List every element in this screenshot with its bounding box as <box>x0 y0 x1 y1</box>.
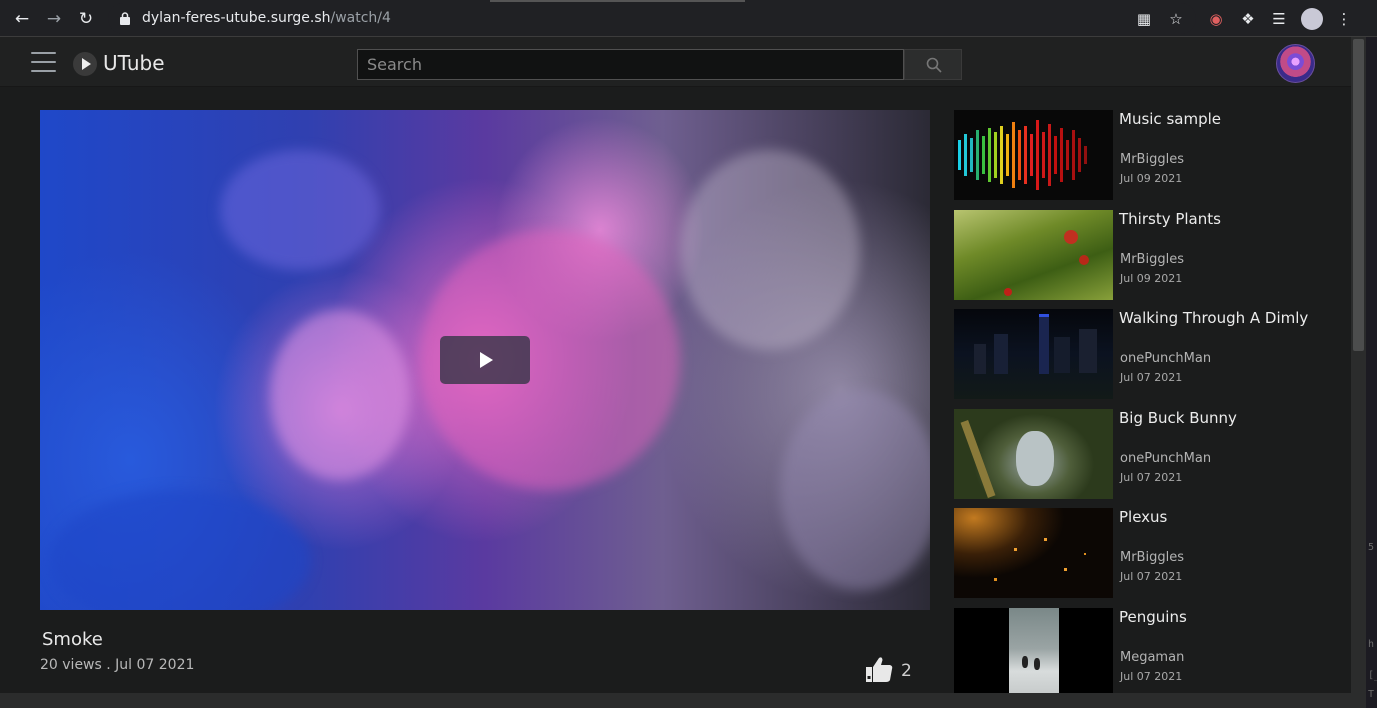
adjacent-window-edge: 5 h [_ T <box>1366 37 1377 708</box>
edge-char: [_ <box>1368 670 1377 681</box>
bookmark-star-icon[interactable]: ☆ <box>1166 9 1186 29</box>
related-video-date: Jul 09 2021 <box>1120 272 1183 285</box>
related-video-channel[interactable]: MrBiggles <box>1120 550 1184 565</box>
video-thumbnail[interactable] <box>954 409 1113 499</box>
video-thumbnail[interactable] <box>954 608 1113 693</box>
url-text: dylan-feres-utube.surge.sh/watch/4 <box>142 10 391 26</box>
search-input[interactable] <box>357 49 904 80</box>
related-video-item[interactable]: Walking Through A Dimly onePunchMan Jul … <box>954 309 1344 400</box>
user-avatar[interactable] <box>1276 44 1315 83</box>
edge-char: 5 <box>1368 542 1375 553</box>
profile-icon[interactable] <box>1301 8 1323 30</box>
qr-code-icon[interactable]: ▦ <box>1134 9 1154 29</box>
search-icon <box>926 57 942 73</box>
browser-toolbar: ← → ↻ dylan-feres-utube.surge.sh/watch/4… <box>0 0 1377 37</box>
logo-text[interactable]: UTube <box>103 51 165 75</box>
vertical-scrollbar[interactable] <box>1351 37 1366 693</box>
url-host: dylan-feres-utube.surge.sh <box>142 10 331 26</box>
reload-icon[interactable]: ↻ <box>76 9 96 29</box>
search-button[interactable] <box>904 49 962 80</box>
like-count: 2 <box>901 661 912 681</box>
video-thumbnail[interactable] <box>954 210 1113 300</box>
related-video-item[interactable]: Big Buck Bunny onePunchMan Jul 07 2021 <box>954 409 1344 500</box>
video-thumbnail[interactable] <box>954 508 1113 598</box>
related-video-title[interactable]: Music sample <box>1119 110 1221 128</box>
address-bar[interactable]: dylan-feres-utube.surge.sh/watch/4 <box>108 3 1196 34</box>
related-video-date: Jul 07 2021 <box>1120 471 1183 484</box>
play-button[interactable] <box>440 336 530 384</box>
kebab-menu-icon[interactable]: ⋮ <box>1334 9 1354 29</box>
related-video-channel[interactable]: onePunchMan <box>1120 451 1211 466</box>
video-meta: 20 views . Jul 07 2021 <box>40 657 195 673</box>
scrollbar-thumb[interactable] <box>1353 39 1364 351</box>
related-video-title[interactable]: Plexus <box>1119 508 1167 526</box>
extension-eyes-icon[interactable]: ◉ <box>1206 9 1226 29</box>
related-video-channel[interactable]: onePunchMan <box>1120 351 1211 366</box>
related-video-title[interactable]: Penguins <box>1119 608 1187 626</box>
edge-char: T <box>1368 689 1375 700</box>
extensions-puzzle-icon[interactable]: ❖ <box>1238 9 1258 29</box>
media-queue-icon[interactable]: ☰ <box>1269 9 1289 29</box>
horizontal-scrollbar[interactable] <box>0 693 1366 708</box>
logo-play-icon[interactable] <box>73 52 97 76</box>
related-video-item[interactable]: Penguins Megaman Jul 07 2021 <box>954 608 1344 693</box>
edge-char: h <box>1368 639 1375 650</box>
site-header: UTube <box>0 37 1351 87</box>
related-video-channel[interactable]: Megaman <box>1120 650 1184 665</box>
video-player[interactable] <box>40 110 930 610</box>
related-video-date: Jul 07 2021 <box>1120 670 1183 683</box>
related-video-item[interactable]: Plexus MrBiggles Jul 07 2021 <box>954 508 1344 599</box>
related-video-title[interactable]: Big Buck Bunny <box>1119 409 1237 427</box>
video-thumbnail[interactable] <box>954 309 1113 399</box>
video-title: Smoke <box>42 629 103 650</box>
utube-app: UTube Smoke 20 views . Jul 07 2021 2 <box>0 37 1351 693</box>
video-thumbnail[interactable] <box>954 110 1113 200</box>
related-video-channel[interactable]: MrBiggles <box>1120 252 1184 267</box>
back-icon[interactable]: ← <box>12 9 32 29</box>
lock-icon <box>120 12 130 25</box>
url-path: /watch/4 <box>330 10 391 26</box>
hamburger-menu-icon[interactable] <box>31 52 56 72</box>
related-video-date: Jul 07 2021 <box>1120 371 1183 384</box>
related-video-title[interactable]: Thirsty Plants <box>1119 210 1221 228</box>
tab-indicator <box>490 0 745 2</box>
thumbs-up-icon[interactable] <box>864 655 894 683</box>
related-video-date: Jul 09 2021 <box>1120 172 1183 185</box>
related-video-date: Jul 07 2021 <box>1120 570 1183 583</box>
related-video-item[interactable]: Music sample MrBiggles Jul 09 2021 <box>954 110 1344 201</box>
related-video-channel[interactable]: MrBiggles <box>1120 152 1184 167</box>
related-video-item[interactable]: Thirsty Plants MrBiggles Jul 09 2021 <box>954 210 1344 301</box>
related-video-title[interactable]: Walking Through A Dimly <box>1119 309 1308 327</box>
forward-icon[interactable]: → <box>44 9 64 29</box>
